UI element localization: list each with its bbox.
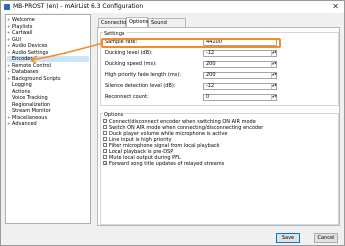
settings-group-title: Settings [103,31,126,37]
tree-item[interactable]: + Miscellaneous [7,115,89,121]
tree-item-label: Background Scripts [12,75,61,82]
title-bar: MB-PROST (en) - mAirList 6.3 Configurati… [1,1,344,13]
tree-item-label: Welcome [12,17,35,23]
tab-sound-processing[interactable]: Sound Processing [148,18,186,34]
tab-options[interactable]: Options [126,17,148,27]
settings-tree[interactable]: + Welcome + Playlists + Cartwall + GUI + Audio De… [5,14,91,224]
tree-item-label: Stream Monitor [12,108,51,114]
tree-item-label: Advanced [12,121,37,127]
field-label: Ducking speed (ms): [105,61,157,67]
tree-item-label: Remote Control [12,62,51,69]
tree-item[interactable]: Regionalization [7,102,89,108]
option-item[interactable]: ✓ Forward song title updates of relayed s… [103,160,225,167]
field-value: 200 [206,61,216,67]
checkbox-icon[interactable] [103,154,107,159]
field-value: 0 [206,94,210,100]
tree-item[interactable]: + Welcome [7,17,89,23]
tab-connections[interactable]: Connections [98,18,132,27]
tree-item-label: Encoder [12,56,33,62]
numeric-field[interactable]: -12 ▲▼ [203,83,277,90]
window-title: MB-PROST (en) - mAirList 6.3 Configurati… [13,3,144,10]
close-icon[interactable]: ✕ [332,2,339,11]
numeric-field[interactable]: -12 ▲▼ [203,50,277,57]
tree-item-label: GUI [12,36,22,43]
save-button[interactable]: Save [276,233,300,243]
tree-item[interactable]: + Cartwall [7,30,89,36]
checkbox-icon[interactable] [103,142,107,147]
field-label: High priority fade length (ms): [105,72,181,78]
numeric-field[interactable]: 200 ▲▼ [203,61,277,68]
tree-item-label: Databases [12,69,39,75]
tree-item[interactable]: + Databases [7,69,89,75]
tree-item[interactable]: Stream Monitor [7,108,89,114]
checkbox-icon[interactable] [103,130,107,135]
spin-arrows-icon[interactable]: ▲▼ [271,73,277,78]
checkbox-icon[interactable] [103,136,107,141]
tree-item-label: Cartwall [12,30,33,36]
tree-item[interactable]: Encoder [7,56,89,62]
tree-item-label: Voice Tracking [12,95,48,101]
app-icon [4,4,10,10]
field-value: -12 [206,50,215,56]
tree-item-label: Miscellaneous [12,114,48,121]
field-label: Silence detection level (dB): [105,83,176,89]
option-label: Forward song title updates of relayed st… [109,161,225,167]
options-panel: Settings Sample rate: 44100 Ducking level … [97,27,340,226]
options-group: Options Connect/disconnect encoder when … [100,113,339,225]
tree-item[interactable]: + Playlists [7,24,89,30]
field-label: Reconnect count: [105,94,149,100]
tree-item-label: Logging [12,82,32,88]
field-label: Ducking level (dB): [105,50,153,56]
tree-item[interactable]: + Audio Settings [7,50,89,56]
field-value: -12 [206,83,215,89]
sample-rate-highlight [101,38,281,48]
tree-item-label: Audio Devices [12,43,48,49]
spin-arrows-icon[interactable]: ▲▼ [271,84,277,89]
field-value: 200 [206,72,216,78]
checkbox-checked-icon[interactable]: ✓ [103,160,107,165]
tree-item[interactable]: + GUI [7,37,89,43]
tree-item[interactable]: + Advanced [7,121,89,127]
configuration-window: MB-PROST (en) - mAirList 6.3 Configurati… [0,0,345,246]
options-group-title: Options [103,112,125,118]
numeric-field[interactable]: 0 ▲▼ [203,94,277,101]
tab-label: Options [129,19,149,25]
checkbox-icon[interactable] [103,124,107,129]
numeric-field[interactable]: 200 ▲▼ [203,72,277,79]
tree-item-label: Regionalization [12,101,51,108]
spin-arrows-icon[interactable]: ▲▼ [271,95,277,100]
tree-item[interactable]: Actions [7,89,89,95]
tree-item-label: Actions [12,88,31,95]
cancel-button[interactable]: Cancel [314,233,338,243]
tree-item[interactable]: + Audio Devices [7,43,89,49]
tree-item-label: Audio Settings [12,49,49,56]
tree-item-label: Playlists [12,23,33,30]
tree-item[interactable]: Logging [7,82,89,88]
spin-arrows-icon[interactable]: ▲▼ [271,51,277,56]
checkbox-icon[interactable] [103,118,107,123]
checkbox-icon[interactable] [103,148,107,153]
tree-item[interactable]: + Background Scripts [7,76,89,82]
tree-item[interactable]: + Remote Control [7,63,89,69]
tree-item[interactable]: Voice Tracking [7,95,89,101]
spin-arrows-icon[interactable]: ▲▼ [271,62,277,67]
